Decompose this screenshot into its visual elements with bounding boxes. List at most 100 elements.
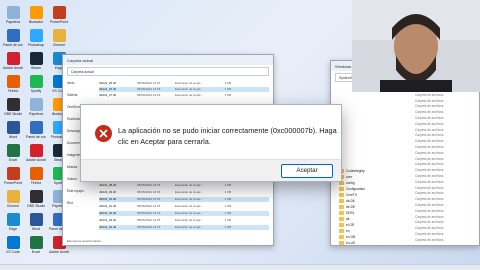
file-row[interactable]: d3dx9_28.dll 05/06/2024 12:15 Extensión de… bbox=[99, 183, 269, 188]
file-cell: d3dx9_33.dll bbox=[99, 218, 117, 222]
file-cell: 1 KB bbox=[224, 225, 231, 229]
nav-item[interactable]: Este equipo bbox=[67, 189, 97, 195]
desktop-icon-label: OBS Studio bbox=[26, 204, 46, 208]
file-row[interactable]: d3dx9_34.dll 05/06/2024 12:15 Extensión de… bbox=[99, 225, 269, 230]
file-row[interactable]: d3dx9_26.dll 05/06/2024 12:15 Extensión de… bbox=[99, 87, 269, 92]
error-message: La aplicación no se pudo iniciar correct… bbox=[118, 126, 337, 146]
file-cell: 05/06/2024 12:15 bbox=[137, 93, 161, 97]
desktop-icon-app-9[interactable]: Chrome bbox=[3, 190, 23, 212]
folder-icon bbox=[339, 193, 344, 197]
file-cell: d3dx9_25.dll bbox=[99, 81, 117, 85]
folder-icon bbox=[339, 187, 344, 191]
desktop-icon-app-9[interactable]: Chrome bbox=[49, 29, 69, 51]
desktop-icon-label: Firefox bbox=[7, 89, 19, 93]
file-cell: d3dx9_34.dll bbox=[99, 225, 117, 229]
file-cell: Extensión de la apl... bbox=[175, 190, 203, 194]
folder-icon bbox=[339, 229, 344, 233]
desktop-icon-recycle-bin[interactable]: Papelera bbox=[3, 6, 23, 28]
dialog-title bbox=[81, 105, 341, 119]
desktop-icon-label: Adobe Acrobat bbox=[49, 250, 69, 254]
desktop-icon-app-13[interactable]: Photoshop bbox=[26, 29, 46, 51]
app-7-icon bbox=[29, 236, 43, 249]
error-dialog: La aplicación no se pudo iniciar correct… bbox=[80, 104, 342, 182]
desktop-icon-app-5[interactable]: OBS Studio bbox=[3, 98, 23, 120]
file-cell: d3dx9_32.dll bbox=[99, 211, 117, 215]
folder-item[interactable]: en-US bbox=[339, 241, 356, 245]
folder-icon bbox=[339, 223, 344, 227]
desktop-icon-app-4[interactable]: Firefox bbox=[26, 167, 46, 189]
desktop-icon-recycle-bin[interactable]: Papelera bbox=[26, 98, 46, 120]
dialog-footer: Aceptar bbox=[81, 159, 341, 181]
file-cell: 05/06/2024 12:15 bbox=[137, 218, 161, 222]
desktop-icon-app-4[interactable]: Firefox bbox=[3, 75, 23, 97]
file-row[interactable]: d3dx9_30.dll 05/06/2024 12:15 Extensión de… bbox=[99, 197, 269, 202]
folder-label: de-DE bbox=[346, 205, 356, 209]
folder-label: config bbox=[346, 181, 355, 185]
app-2-icon bbox=[29, 121, 43, 134]
nav-item[interactable]: Inicio bbox=[67, 81, 97, 87]
file-cell: 05/06/2024 12:15 bbox=[137, 225, 161, 229]
nav-item[interactable]: Galería bbox=[67, 93, 97, 99]
desktop-icon-app-7[interactable]: Excel bbox=[26, 236, 46, 258]
taskbar[interactable] bbox=[0, 264, 480, 270]
nav-item[interactable]: Red bbox=[67, 201, 97, 207]
file-row[interactable]: d3dx9_25.dll 05/06/2024 12:15 Extensión de… bbox=[99, 81, 269, 86]
desktop-icon-app-7[interactable]: Excel bbox=[3, 144, 23, 166]
app-15-icon bbox=[29, 75, 43, 88]
app-9-icon bbox=[6, 190, 20, 203]
file-cell: 05/06/2024 12:15 bbox=[137, 87, 161, 91]
desktop-icon-app-6[interactable]: Word bbox=[26, 213, 46, 235]
desktop-icon-label: Word bbox=[8, 135, 18, 139]
desktop-icon-app-6[interactable]: Word bbox=[3, 121, 23, 143]
file-cell: 1 KB bbox=[224, 93, 231, 97]
desktop-icon-app-2[interactable]: Panel de control bbox=[26, 121, 46, 143]
file-cell: 05/06/2024 12:15 bbox=[137, 211, 161, 215]
desktop-icon-app-2[interactable]: Panel de control bbox=[3, 29, 23, 51]
desktop-icon-app-5[interactable]: OBS Studio bbox=[26, 190, 46, 212]
desktop-icon-app-12[interactable]: Illustrator bbox=[26, 6, 46, 28]
desktop-icon-app-8[interactable]: PowerPoint bbox=[49, 6, 69, 28]
file-row[interactable]: d3dx9_32.dll 05/06/2024 12:15 Extensión de… bbox=[99, 211, 269, 216]
file-cell: 05/06/2024 12:15 bbox=[137, 197, 161, 201]
desktop-icon-label: Steam bbox=[30, 66, 42, 70]
desktop-icon-app-8[interactable]: PowerPoint bbox=[3, 167, 23, 189]
folder-label: de bbox=[346, 217, 350, 221]
window-title[interactable]: Carpeta actual bbox=[63, 55, 273, 65]
file-row[interactable]: d3dx9_33.dll 05/06/2024 12:15 Extensión de… bbox=[99, 218, 269, 223]
desktop-icon-label: Chrome bbox=[6, 204, 20, 208]
file-row[interactable]: d3dx9_29.dll 05/06/2024 12:15 Extensión de… bbox=[99, 190, 269, 195]
app-7-icon bbox=[6, 144, 20, 157]
desktop-icon-app-15[interactable]: Spotify bbox=[26, 75, 46, 97]
file-cell: d3dx9_26.dll bbox=[99, 87, 117, 91]
file-cell: 1 KB bbox=[224, 183, 231, 187]
file-cell: 1 KB bbox=[224, 81, 231, 85]
app-5-icon bbox=[6, 98, 20, 111]
desktop-icon-label: Excel bbox=[31, 250, 41, 254]
file-row[interactable]: d3dx9_31.dll 05/06/2024 12:15 Extensión de… bbox=[99, 204, 269, 209]
file-cell: Extensión de la apl... bbox=[175, 87, 203, 91]
folder-icon bbox=[339, 199, 344, 203]
desktop-icon-label: OBS Studio bbox=[3, 112, 23, 116]
app-10-icon bbox=[6, 213, 20, 226]
folder-label: en bbox=[346, 229, 350, 233]
file-cell: d3dx9_28.dll bbox=[99, 183, 117, 187]
desktop-icon-app-11[interactable]: VS Code bbox=[3, 236, 23, 258]
desktop-icon-app-14[interactable]: Steam bbox=[26, 52, 46, 74]
desktop-icon-app-3[interactable]: Adobe Acrobat bbox=[3, 52, 23, 74]
folder-label: en-US bbox=[346, 241, 356, 245]
file-cell: 1 KB bbox=[224, 204, 231, 208]
desktop-icon-label: Spotify bbox=[30, 89, 42, 93]
accept-button[interactable]: Aceptar bbox=[281, 164, 333, 178]
app-6-icon bbox=[29, 213, 43, 226]
file-row[interactable]: d3dx9_27.dll 05/06/2024 12:15 Extensión de… bbox=[99, 93, 269, 98]
folder-label: Configuration bbox=[346, 187, 365, 191]
recycle-bin-icon bbox=[29, 98, 43, 111]
app-4-icon bbox=[6, 75, 20, 88]
folder-icon bbox=[339, 241, 344, 245]
desktop-icon-app-3[interactable]: Adobe Acrobat bbox=[26, 144, 46, 166]
desktop-icon-app-10[interactable]: Edge bbox=[3, 213, 23, 235]
file-cell: Extensión de la apl... bbox=[175, 225, 203, 229]
address-bar[interactable]: Carpeta actual bbox=[67, 67, 269, 76]
desktop-icon-label: PowerPoint bbox=[4, 181, 22, 185]
folder-icon bbox=[339, 205, 344, 209]
